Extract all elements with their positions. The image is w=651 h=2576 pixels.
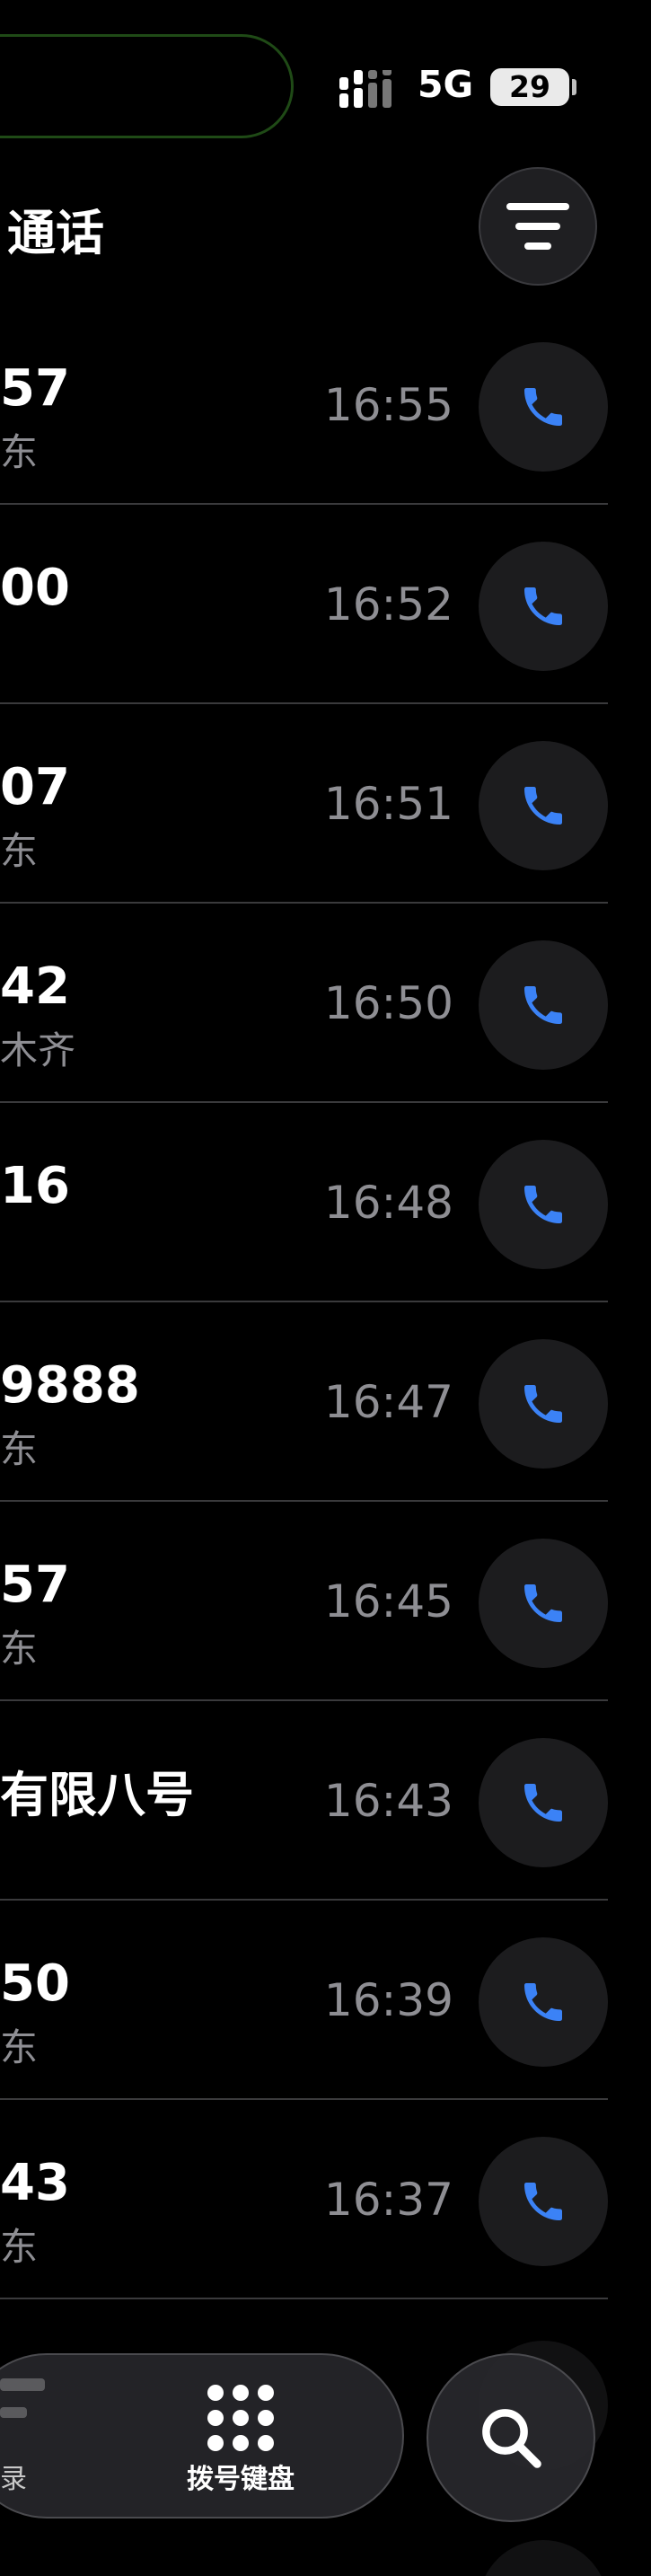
recents-tab-icon [0, 2378, 45, 2418]
call-location: 东 [0, 829, 39, 873]
call-button[interactable] [479, 542, 608, 671]
call-location: 东 [0, 1427, 39, 1471]
call-number: 50 [0, 1954, 70, 2013]
phone-icon [524, 1983, 562, 2021]
tab-recents-label[interactable]: 录 [0, 2457, 27, 2496]
call-time: 16:51 [323, 778, 453, 830]
call-number: 42 [0, 957, 70, 1016]
call-number: 有限八号 [0, 1767, 194, 1823]
row-divider [0, 2298, 608, 2299]
call-time: 16:48 [323, 1177, 453, 1229]
call-button[interactable] [479, 741, 608, 870]
call-button[interactable] [479, 1339, 608, 1469]
call-button[interactable] [479, 1140, 608, 1269]
call-number: 9888 [0, 1356, 140, 1415]
search-icon [482, 2409, 541, 2468]
call-location: 东 [0, 2225, 39, 2269]
call-button-obscured [479, 2540, 608, 2576]
call-number: 07 [0, 758, 70, 816]
call-row[interactable]: 有限八号 16:43 [0, 1701, 651, 1901]
call-location: 东 [0, 1627, 39, 1671]
call-time: 16:52 [323, 578, 453, 631]
call-row[interactable]: 16 16:48 [0, 1103, 651, 1302]
phone-icon [524, 1784, 562, 1822]
call-row[interactable]: 50 东 16:39 [0, 1901, 651, 2100]
call-row[interactable]: 07 东 16:51 [0, 704, 651, 904]
battery-indicator: 29 [490, 68, 569, 106]
recents-screen: 5G 29 通话 57 东 16:55 00 16:52 07 东 16:51 … [0, 0, 651, 2576]
call-button[interactable] [479, 1539, 608, 1668]
call-time: 16:45 [323, 1575, 453, 1628]
network-type: 5G [418, 63, 474, 106]
phone-icon [524, 388, 562, 426]
phone-icon [524, 787, 562, 825]
phone-icon [524, 1584, 562, 1622]
phone-icon [524, 2183, 562, 2220]
phone-icon [524, 587, 562, 625]
tab-dialpad-label[interactable]: 拨号键盘 [187, 2457, 295, 2496]
call-row[interactable]: 57 东 16:45 [0, 1502, 651, 1701]
phone-icon [524, 1385, 562, 1423]
call-row[interactable]: 43 东 16:37 [0, 2100, 651, 2299]
call-location: 东 [0, 2025, 39, 2069]
search-button[interactable] [427, 2353, 595, 2522]
call-number: 16 [0, 1157, 70, 1215]
call-row[interactable]: 57 东 16:55 [0, 305, 651, 505]
call-location: 东 [0, 430, 39, 474]
call-button[interactable] [479, 1738, 608, 1867]
call-number: 57 [0, 1556, 70, 1614]
call-row[interactable]: 42 木齐 16:50 [0, 904, 651, 1103]
call-location: 木齐 [0, 1028, 76, 1072]
call-time: 16:39 [323, 1974, 453, 2026]
call-row[interactable]: 00 16:52 [0, 505, 651, 704]
call-time: 16:50 [323, 977, 453, 1029]
filter-button[interactable] [479, 167, 597, 286]
phone-icon [524, 986, 562, 1024]
call-button[interactable] [479, 1937, 608, 2067]
call-row[interactable]: 9888 东 16:47 [0, 1302, 651, 1502]
dialpad-icon[interactable] [205, 2382, 277, 2454]
call-number: 43 [0, 2154, 70, 2212]
phone-icon [524, 1186, 562, 1223]
call-time: 16:43 [323, 1775, 453, 1827]
call-number: 00 [0, 559, 70, 617]
page-title: 通话 [7, 205, 104, 261]
call-button[interactable] [479, 940, 608, 1070]
call-time: 16:55 [323, 379, 453, 431]
call-button[interactable] [479, 2137, 608, 2266]
signal-icon [339, 70, 391, 108]
call-number: 57 [0, 359, 70, 418]
call-time: 16:47 [323, 1376, 453, 1428]
dynamic-island-outline [0, 34, 294, 138]
call-time: 16:37 [323, 2174, 453, 2226]
filter-icon [506, 203, 569, 250]
call-list: 57 东 16:55 00 16:52 07 东 16:51 42 木齐 16:… [0, 305, 651, 2299]
battery-cap [572, 79, 576, 95]
call-button[interactable] [479, 342, 608, 472]
